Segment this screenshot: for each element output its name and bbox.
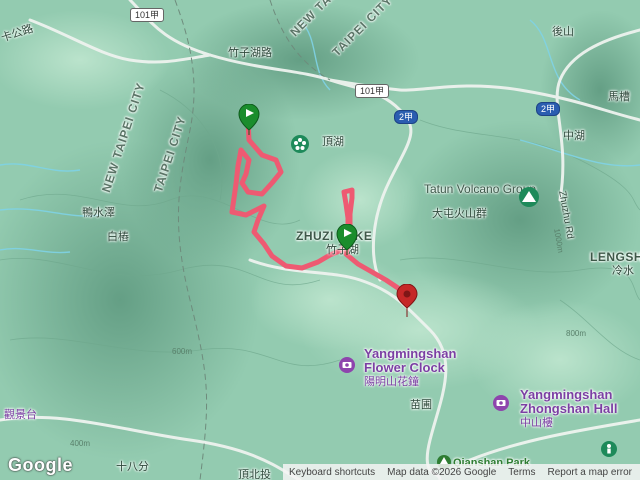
flower-clock-pin-icon[interactable] [338,356,356,374]
place-label-zhuzi-lake: ZHUZI LAKE [296,229,373,243]
route-shield-101a-top: 101甲 [130,8,165,22]
map-canvas[interactable]: 竹子湖路 頂湖 鴨水澤 白樁 ZHUZI LAKE 竹子湖 Tatun Volc… [0,0,640,480]
place-label-shibafen: 十八分 [116,461,149,473]
place-label-houshan: 後山 [552,26,574,38]
place-label-guanjingtai: 觀景台 [4,409,37,421]
contour-label-400: 400m [70,439,91,448]
flower-clock-line2: Flower Clock [364,360,445,376]
keyboard-shortcuts-link[interactable]: Keyboard shortcuts [289,467,375,478]
place-label-baitan: 白樁 [107,231,129,243]
route-shield-2a-2: 2甲 [536,102,561,116]
road-label-zhuzihu: 竹子湖路 [228,47,272,59]
poi-label-flower-clock[interactable]: Yangmingshan Flower Clock 陽明山花鐘 [364,346,457,388]
contour-label-800: 800m [566,329,587,338]
place-label-dingbeitou: 頂北投 [238,469,271,480]
place-label-zhonghu: 中湖 [563,130,585,142]
flower-clock-zh: 陽明山花鐘 [364,375,419,388]
attribution-bar: Keyboard shortcuts Map data ©2026 Google… [282,464,640,480]
route-shield-2a-1: 2甲 [394,110,419,124]
route-shield-101a-mid: 101甲 [355,84,390,98]
zhongshan-line2: Zhongshan Hall [520,401,618,417]
place-label-dinghu: 頂湖 [322,136,344,148]
zhongshan-hall-pin-icon[interactable] [492,394,510,412]
flower-clock-line1: Yangmingshan [364,346,457,361]
zhongshan-zh: 中山樓 [520,416,553,429]
place-label-miaopu: 苗圃 [410,399,432,411]
terms-link[interactable]: Terms [508,467,535,478]
map-data-text: Map data ©2026 Google [387,466,497,478]
flower-icon[interactable] [290,134,310,154]
end-pin-marker[interactable] [396,284,418,318]
place-label-lengshui: LENGSHU [590,250,640,264]
person-pin-icon[interactable] [600,440,618,458]
report-error-link[interactable]: Report a map error [548,467,632,478]
contour-label-600: 600m [172,347,193,356]
place-label-tatun-zh: 大屯火山群 [432,208,487,220]
google-logo: Google [8,455,73,475]
poi-label-zhongshan-hall[interactable]: Yangmingshan Zhongshan Hall 中山樓 [520,387,618,429]
mountain-icon[interactable] [518,186,540,208]
place-label-lengshui-zh: 冷水 [612,265,634,277]
place-label-yashuize: 鴨水澤 [82,207,115,219]
place-label-machao: 馬槽 [608,91,630,103]
start-flag-marker-1[interactable] [238,104,260,136]
zhongshan-line1: Yangmingshan [520,387,613,402]
start-flag-marker-2[interactable] [336,224,358,256]
